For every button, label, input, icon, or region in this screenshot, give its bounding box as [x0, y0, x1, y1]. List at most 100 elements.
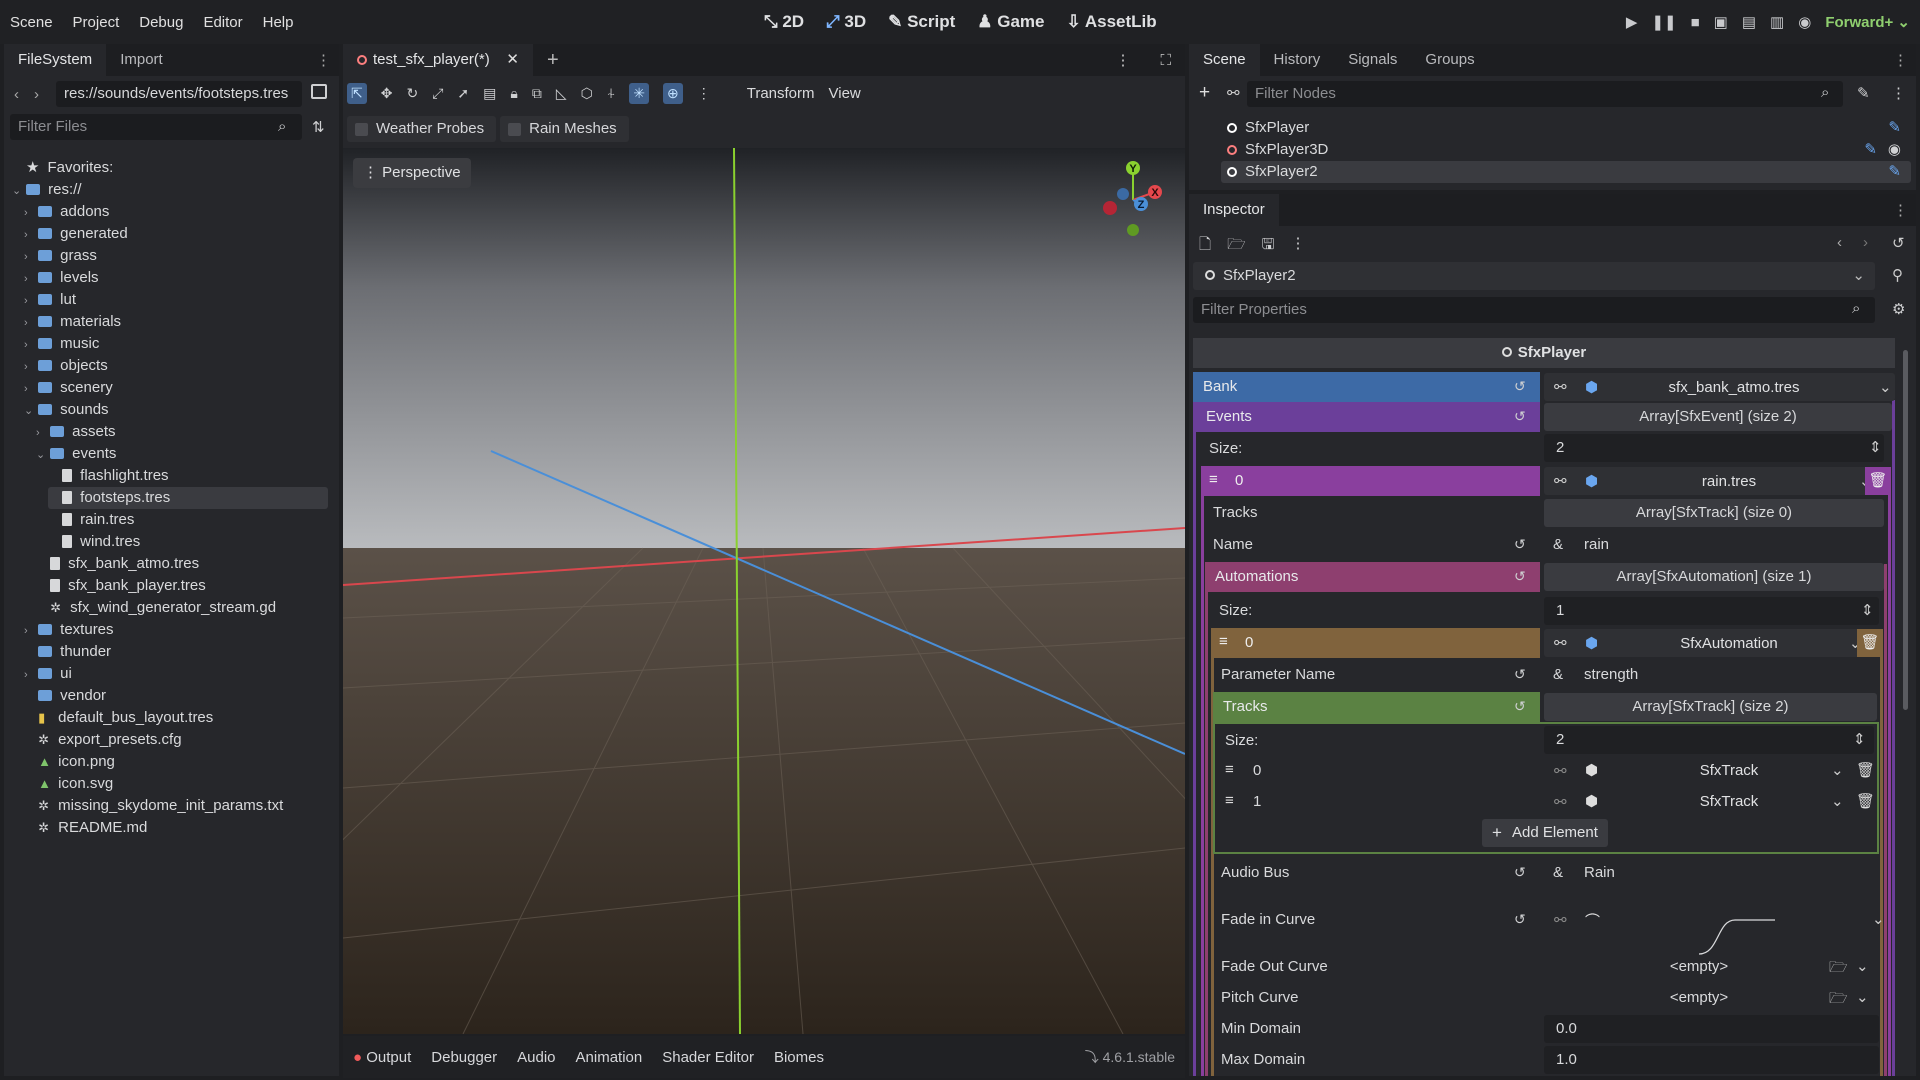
link-icon[interactable]: ⚯ — [1554, 634, 1567, 652]
chevron-right-icon[interactable]: › — [24, 268, 34, 290]
revert-icon[interactable]: ↺ — [1514, 408, 1526, 425]
chevron-down-icon[interactable]: ⌄ — [1831, 761, 1844, 779]
file-tree-item[interactable]: › music — [24, 333, 99, 355]
max-domain-input[interactable]: 1.0 — [1544, 1046, 1879, 1074]
script-attached-icon[interactable]: ✎ — [1888, 161, 1901, 183]
chevron-down-icon[interactable]: ⌄ — [1872, 910, 1885, 928]
delete-icon[interactable]: 🗑︎ — [1865, 467, 1891, 495]
play-scene-icon[interactable]: ▤ — [1742, 13, 1756, 31]
tab-biomes[interactable]: Biomes — [774, 1049, 824, 1066]
stepper-icon[interactable]: ⇕ — [1869, 438, 1882, 456]
history-forward-icon[interactable]: › — [1863, 234, 1868, 251]
link-icon[interactable]: ⚯ — [1554, 472, 1567, 490]
list-select-icon[interactable]: ➚ — [457, 85, 469, 102]
file-tree-item[interactable]: › scenery — [24, 377, 113, 399]
tracks-value[interactable]: Array[SfxTrack] (size 0) — [1544, 499, 1884, 527]
chevron-down-icon[interactable]: ⌄ — [36, 444, 46, 466]
fade-in-curve-preview[interactable] — [1697, 916, 1777, 956]
revert-icon[interactable]: ↺ — [1514, 911, 1526, 928]
select-tool-icon[interactable]: ⇱ — [347, 82, 367, 104]
file-tree-item[interactable]: › lut — [24, 289, 76, 311]
scene-tab[interactable]: test_sfx_player(*) ✕ — [343, 44, 533, 76]
track-item-value[interactable]: SfxTrack — [1619, 756, 1839, 786]
chevron-right-icon[interactable]: › — [24, 334, 34, 356]
snap-icon[interactable]: ⬡ — [581, 85, 593, 102]
script-attached-icon[interactable]: ✎ — [1864, 139, 1877, 161]
file-tree-item[interactable]: rain.tres — [48, 509, 134, 531]
auto-tracks-value[interactable]: Array[SfxTrack] (size 2) — [1544, 693, 1877, 721]
play-custom-icon[interactable]: ▥ — [1770, 13, 1784, 31]
dock-menu-icon[interactable]: ⋮ — [316, 51, 331, 69]
auto-tracks-size-input[interactable]: 2 — [1544, 726, 1874, 754]
script-icon[interactable]: ✎ — [1857, 84, 1870, 102]
chevron-right-icon[interactable]: › — [24, 312, 34, 334]
perspective-menu[interactable]: ⋮ Perspective — [353, 158, 471, 188]
chevron-right-icon[interactable]: › — [24, 246, 34, 268]
script-attached-icon[interactable]: ✎ — [1888, 117, 1901, 139]
link-icon[interactable]: ⚯ — [1554, 911, 1567, 929]
chevron-down-icon[interactable]: ⌄ — [1856, 988, 1869, 1006]
file-tree-item[interactable]: ▲ icon.svg — [24, 773, 113, 795]
menu-scene[interactable]: Scene — [0, 14, 63, 31]
revert-icon[interactable]: ↺ — [1514, 568, 1526, 585]
chevron-right-icon[interactable]: › — [24, 356, 34, 378]
distraction-free-icon[interactable]: ⛶ — [1160, 52, 1171, 69]
open-resource-icon[interactable]: 🗁︎ — [1227, 234, 1246, 259]
add-tab-icon[interactable]: + — [547, 49, 559, 72]
visibility-icon[interactable]: ◉ — [1888, 139, 1901, 161]
lock-icon[interactable]: 🔒︎ — [510, 85, 517, 102]
revert-icon[interactable]: ↺ — [1514, 378, 1526, 395]
save-resource-icon[interactable]: 🖫︎ — [1262, 234, 1275, 259]
tab-animation[interactable]: Animation — [576, 1049, 643, 1066]
menu-project[interactable]: Project — [63, 14, 130, 31]
workspace-2d[interactable]: ⤡ 2D — [764, 12, 804, 32]
file-tree-item[interactable]: › materials — [24, 311, 121, 333]
chevron-down-icon[interactable]: ⌄ — [1831, 792, 1844, 810]
menu-help[interactable]: Help — [253, 14, 304, 31]
min-domain-input[interactable]: 0.0 — [1544, 1015, 1879, 1043]
scene-menu-icon[interactable]: ⋮ — [1115, 51, 1130, 69]
file-tree-item[interactable]: › objects — [24, 355, 108, 377]
link-icon[interactable]: ⚯ — [1554, 793, 1567, 811]
file-tree-item[interactable]: ✲ sfx_wind_generator_stream.gd — [36, 597, 276, 619]
remote-debug-icon[interactable]: ▣ — [1714, 13, 1728, 31]
file-tree-item[interactable]: › levels — [24, 267, 99, 289]
drag-handle-icon[interactable]: ≡ — [1225, 792, 1234, 809]
delete-icon[interactable]: 🗑︎ — [1856, 761, 1875, 779]
scale-tool-icon[interactable]: ⤢ — [432, 85, 443, 102]
scene-tree-node[interactable]: SfxPlayer2 ✎ — [1221, 161, 1911, 183]
group-icon[interactable]: ⧉ — [532, 85, 542, 102]
file-tree-item[interactable]: ▲ icon.png — [24, 751, 115, 773]
view-gizmo[interactable]: Y X Z — [1093, 158, 1173, 243]
filter-properties-input[interactable]: Filter Properties — [1193, 297, 1875, 323]
drag-handle-icon[interactable]: ≡ — [1219, 633, 1228, 650]
workspace-script[interactable]: ✎ Script — [888, 12, 955, 32]
ruler-icon[interactable]: ▤ — [483, 85, 496, 102]
dock-menu-icon[interactable]: ⋮ — [1893, 201, 1908, 219]
file-tree-item[interactable]: › grass — [24, 245, 97, 267]
automations-value[interactable]: Array[SfxAutomation] (size 1) — [1544, 563, 1884, 591]
tab-output[interactable]: ● Output — [353, 1049, 411, 1066]
tab-debugger[interactable]: Debugger — [431, 1049, 497, 1066]
object-selector[interactable]: SfxPlayer2 ⌄ — [1193, 262, 1875, 290]
tree-root[interactable]: ⌄ res:// — [12, 179, 82, 201]
file-tree-item[interactable]: sfx_bank_atmo.tres — [36, 553, 199, 575]
revert-icon[interactable]: ↺ — [1514, 666, 1526, 683]
chevron-right-icon[interactable]: › — [24, 224, 34, 246]
chevron-right-icon[interactable]: › — [24, 664, 34, 686]
path-field[interactable]: res://sounds/events/footsteps.tres — [56, 81, 302, 107]
file-tree-item[interactable]: › textures — [24, 619, 114, 641]
add-node-icon[interactable]: + — [1199, 82, 1210, 104]
revert-icon[interactable]: ↺ — [1514, 698, 1526, 715]
sort-icon[interactable]: ⇅ — [312, 118, 325, 136]
filter-settings-icon[interactable]: ⚙ — [1892, 300, 1905, 318]
load-icon[interactable]: 🗁︎ — [1829, 988, 1848, 1013]
rain-meshes-toggle[interactable]: Rain Meshes — [500, 116, 629, 142]
tab-filesystem[interactable]: FileSystem — [4, 44, 107, 76]
play-icon[interactable]: ▶ — [1626, 13, 1638, 31]
sun-toggle-icon[interactable]: ✳ — [629, 82, 649, 104]
forward-icon[interactable]: › — [34, 86, 39, 103]
events-size-input[interactable]: 2 — [1544, 434, 1884, 462]
revert-icon[interactable]: ↺ — [1514, 864, 1526, 881]
file-tree-item[interactable]: footsteps.tres — [48, 487, 328, 509]
